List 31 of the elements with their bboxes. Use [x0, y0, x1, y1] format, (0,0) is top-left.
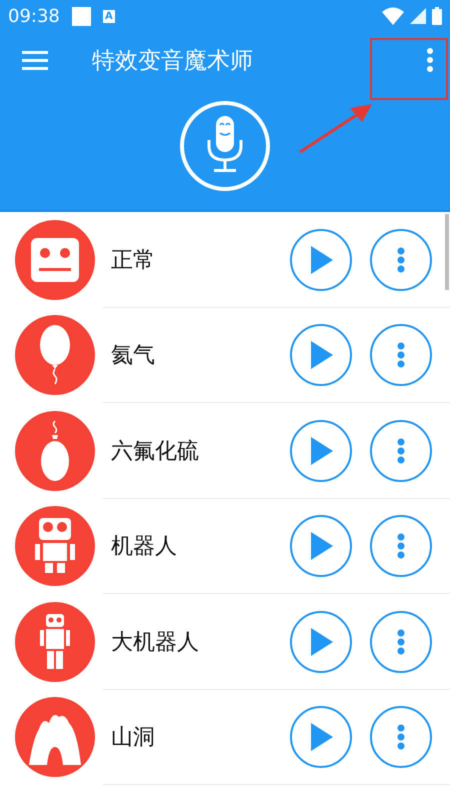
more-icon: [426, 48, 434, 72]
menu-icon[interactable]: [22, 50, 48, 70]
battery-icon: [432, 7, 442, 25]
notification-icon: [72, 6, 91, 26]
robot-icon: [39, 614, 71, 670]
play-icon: [309, 246, 333, 274]
more-icon: [397, 724, 405, 750]
effect-name: 六氟化硫: [111, 438, 200, 466]
signal-icon: [410, 8, 426, 24]
record-button[interactable]: [180, 101, 270, 191]
more-icon: [397, 342, 405, 368]
notification-icon: A: [102, 10, 115, 22]
wifi-icon: [382, 7, 404, 25]
more-options-button[interactable]: [426, 48, 434, 72]
effect-name: 山洞: [111, 724, 156, 752]
effect-name: 正常: [111, 246, 156, 275]
play-icon: [309, 436, 333, 465]
effect-name: 氦气: [111, 342, 156, 370]
robot-icon: [33, 518, 77, 574]
effect-name: 大机器人: [111, 628, 200, 657]
play-icon: [309, 723, 333, 752]
effect-name: 机器人: [111, 533, 178, 562]
status-time: 09:38: [8, 6, 60, 26]
more-icon: [397, 246, 405, 273]
more-icon: [397, 438, 405, 464]
play-icon: [309, 628, 333, 656]
more-icon: [397, 628, 405, 655]
app-title: 特效变音魔术师: [92, 46, 253, 76]
more-icon: [397, 533, 405, 560]
play-icon: [309, 532, 333, 560]
play-icon: [309, 341, 333, 370]
